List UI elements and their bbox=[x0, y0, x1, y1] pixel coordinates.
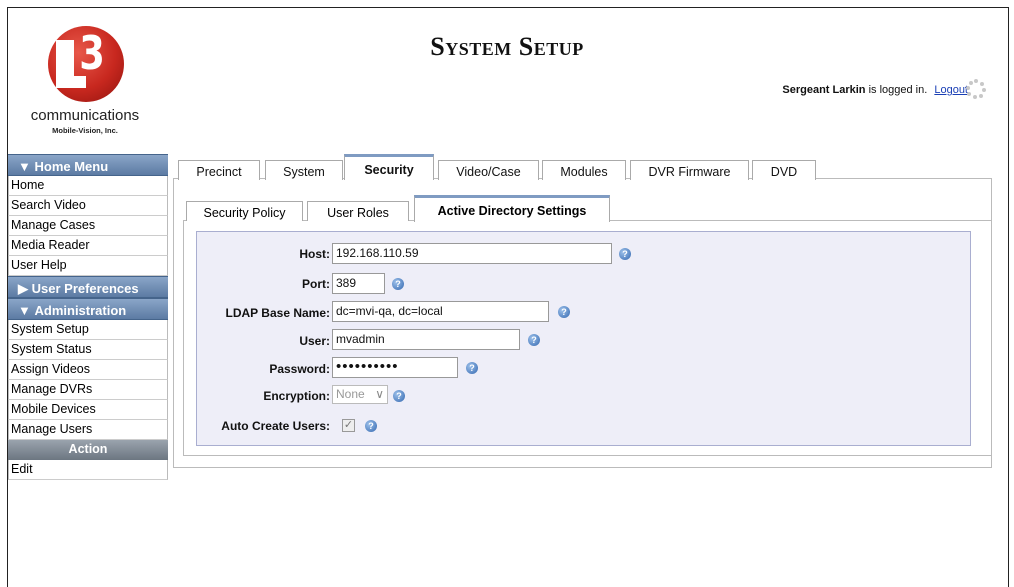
port-field[interactable]: 389 bbox=[332, 273, 385, 294]
home-menu-header[interactable]: ▼ Home Menu bbox=[8, 154, 168, 176]
help-icon[interactable]: ? bbox=[365, 420, 377, 432]
user-label: User: bbox=[299, 334, 330, 348]
encryption-value: None bbox=[336, 387, 365, 401]
triangle-down-icon: ▼ bbox=[18, 303, 31, 318]
subtab-security-policy[interactable]: Security Policy bbox=[186, 201, 303, 221]
tab-video-case[interactable]: Video/Case bbox=[438, 160, 539, 180]
subtab-active-directory[interactable]: Active Directory Settings bbox=[414, 195, 610, 222]
sidebar-item-edit[interactable]: Edit bbox=[8, 460, 168, 480]
encryption-label: Encryption: bbox=[263, 389, 330, 403]
sidebar-item-system-setup[interactable]: System Setup bbox=[8, 320, 168, 340]
tab-modules[interactable]: Modules bbox=[542, 160, 626, 180]
sidebar: ▼ Home Menu Home Search Video Manage Cas… bbox=[8, 154, 168, 480]
port-label: Port: bbox=[302, 277, 330, 291]
user-name: Sergeant Larkin bbox=[782, 84, 866, 96]
login-status: Sergeant Larkin is logged in. Logout bbox=[782, 84, 968, 96]
action-header: Action bbox=[8, 440, 168, 460]
help-icon[interactable]: ? bbox=[558, 306, 570, 318]
tab-security[interactable]: Security bbox=[344, 154, 434, 180]
host-field[interactable]: 192.168.110.59 bbox=[332, 243, 612, 264]
sidebar-item-home[interactable]: Home bbox=[8, 176, 168, 196]
sidebar-item-assign-videos[interactable]: Assign Videos bbox=[8, 360, 168, 380]
auto-create-users-checkbox[interactable]: ✓ bbox=[342, 419, 355, 432]
help-icon[interactable]: ? bbox=[466, 362, 478, 374]
chevron-down-icon: ∨ bbox=[375, 387, 384, 401]
tab-dvd[interactable]: DVD bbox=[752, 160, 816, 180]
logout-link[interactable]: Logout bbox=[934, 84, 968, 96]
sidebar-item-system-status[interactable]: System Status bbox=[8, 340, 168, 360]
help-icon[interactable]: ? bbox=[528, 334, 540, 346]
sidebar-item-search-video[interactable]: Search Video bbox=[8, 196, 168, 216]
help-icon[interactable]: ? bbox=[392, 278, 404, 290]
sidebar-item-media-reader[interactable]: Media Reader bbox=[8, 236, 168, 256]
sidebar-item-user-help[interactable]: User Help bbox=[8, 256, 168, 276]
tab-system[interactable]: System bbox=[265, 160, 343, 180]
sidebar-item-manage-users[interactable]: Manage Users bbox=[8, 420, 168, 440]
tab-dvr-firmware[interactable]: DVR Firmware bbox=[630, 160, 749, 180]
logo-subtitle: Mobile-Vision, Inc. bbox=[52, 126, 118, 135]
auto-create-users-label: Auto Create Users: bbox=[221, 419, 330, 433]
help-icon[interactable]: ? bbox=[393, 390, 405, 402]
password-field[interactable]: •••••••••• bbox=[332, 357, 458, 378]
triangle-down-icon: ▼ bbox=[18, 159, 31, 174]
sidebar-item-mobile-devices[interactable]: Mobile Devices bbox=[8, 400, 168, 420]
page-title: System Setup bbox=[430, 32, 584, 61]
triangle-right-icon: ▶ bbox=[18, 281, 28, 296]
encryption-select[interactable]: None ∨ bbox=[332, 385, 388, 404]
user-field[interactable]: mvadmin bbox=[332, 329, 520, 350]
loading-spinner-icon bbox=[966, 79, 986, 99]
subtab-user-roles[interactable]: User Roles bbox=[307, 201, 409, 221]
ldap-base-name-field[interactable]: dc=mvi-qa, dc=local bbox=[332, 301, 549, 322]
host-label: Host: bbox=[299, 247, 330, 261]
logo-company: communications bbox=[30, 107, 140, 124]
ldap-base-name-label: LDAP Base Name: bbox=[225, 306, 330, 320]
sidebar-item-manage-dvrs[interactable]: Manage DVRs bbox=[8, 380, 168, 400]
logged-in-text: is logged in. bbox=[865, 84, 928, 96]
help-icon[interactable]: ? bbox=[619, 248, 631, 260]
user-preferences-header[interactable]: ▶ User Preferences bbox=[8, 276, 168, 298]
tab-precinct[interactable]: Precinct bbox=[178, 160, 260, 180]
password-label: Password: bbox=[269, 362, 330, 376]
administration-header[interactable]: ▼ Administration bbox=[8, 298, 168, 320]
sidebar-item-manage-cases[interactable]: Manage Cases bbox=[8, 216, 168, 236]
